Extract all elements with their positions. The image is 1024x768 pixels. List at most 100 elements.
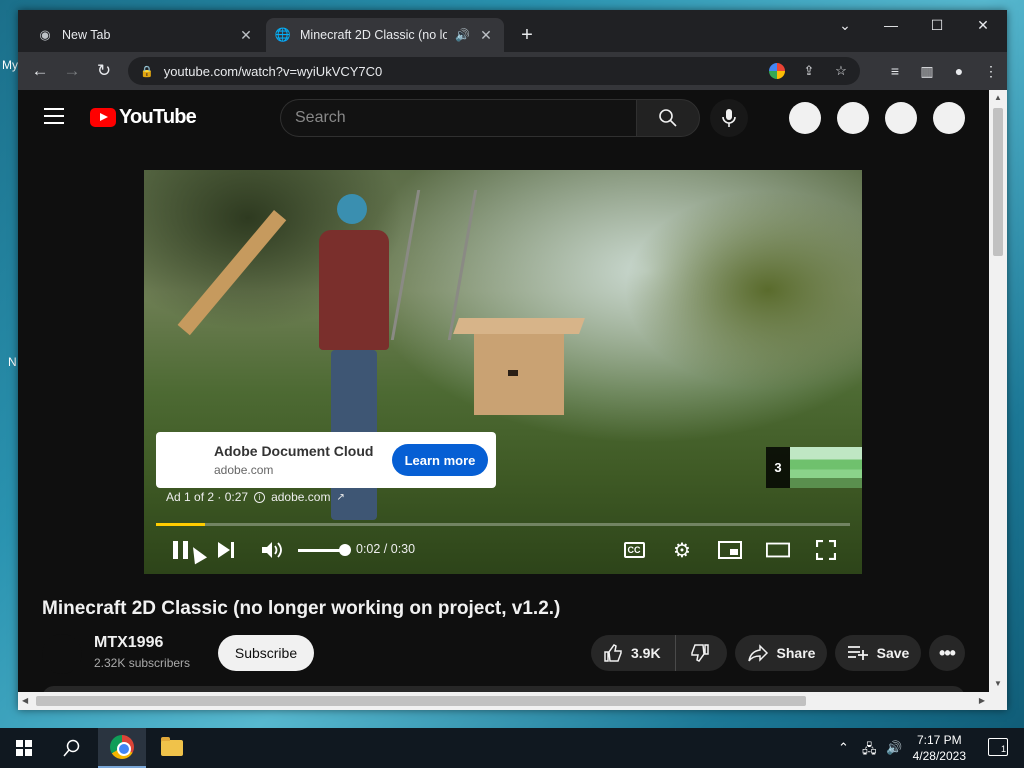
minimize-button[interactable]: — (868, 10, 914, 40)
ad-title: Adobe Document Cloud (214, 443, 374, 459)
video-player[interactable]: Adobe Document Cloud adobe.com Learn mor… (144, 170, 862, 574)
next-button[interactable] (214, 538, 238, 562)
ad-position-text: Ad 1 of 2 · 0:27 (166, 490, 249, 504)
notification-center-button[interactable]: 1 (988, 738, 1008, 756)
search-button[interactable] (636, 99, 700, 137)
player-controls: 0:02 / 0:30 CC ⚙ (144, 532, 862, 568)
voice-search-button[interactable] (710, 99, 748, 137)
ad-overlay-card[interactable]: Adobe Document Cloud adobe.com Learn mor… (156, 432, 496, 488)
progress-bar[interactable] (156, 523, 850, 526)
horizontal-scrollbar[interactable]: ◀ ▶ (18, 692, 1007, 710)
channel-name[interactable]: MTX1996 (94, 634, 163, 652)
search-input[interactable] (295, 109, 637, 127)
subscriber-count: 2.32K subscribers (94, 656, 191, 670)
external-link-icon: ↗ (336, 491, 345, 503)
video-frame-box (474, 330, 564, 415)
vertical-scrollbar[interactable]: ▲ ▼ (989, 90, 1007, 692)
more-actions-button[interactable]: ••• (929, 635, 965, 671)
back-button[interactable]: ← (28, 59, 52, 83)
ad-link[interactable]: adobe.com (271, 490, 330, 504)
scroll-down-arrow[interactable]: ▼ (993, 679, 1003, 689)
fullscreen-button[interactable] (814, 538, 838, 562)
media-control-icon[interactable]: ≡ (885, 60, 905, 82)
browser-toolbar: ← → ↻ 🔒 youtube.com/watch?v=wyiUkVCY7C0 … (18, 52, 1007, 90)
create-icon[interactable] (789, 102, 821, 134)
learn-more-button[interactable]: Learn more (392, 444, 488, 476)
notifications-icon[interactable] (885, 102, 917, 134)
theater-mode-button[interactable] (766, 538, 790, 562)
start-button[interactable] (0, 728, 48, 768)
forward-button[interactable]: → (60, 59, 84, 83)
captions-button[interactable]: CC (622, 538, 646, 562)
lock-icon: 🔒 (140, 65, 154, 78)
time-display: 0:02 / 0:30 (356, 542, 416, 556)
tab-youtube-video[interactable]: 🌐 Minecraft 2D Classic (no longer workin… (266, 18, 504, 52)
taskbar-search-button[interactable] (48, 728, 96, 768)
google-lens-icon[interactable] (768, 61, 786, 81)
vertical-scroll-thumb[interactable] (993, 108, 1003, 256)
theater-icon (766, 542, 790, 558)
scroll-right-arrow[interactable]: ▶ (979, 696, 985, 705)
taskbar-chrome[interactable] (98, 728, 146, 768)
page-viewport: YouTube Search Adobe Document Cloud adob… (18, 90, 989, 692)
close-tab-icon[interactable]: ✕ (478, 27, 494, 43)
volume-slider[interactable] (298, 549, 344, 552)
captions-icon: CC (623, 542, 645, 558)
miniplayer-button[interactable] (718, 538, 742, 562)
profile-icon[interactable]: ● (949, 60, 969, 82)
maximize-button[interactable]: ☐ (914, 10, 960, 40)
thumbs-down-icon (690, 644, 709, 662)
chevron-up-icon[interactable]: ⌃ (838, 740, 849, 756)
volume-slider-handle[interactable] (339, 544, 351, 556)
windows-logo-icon (16, 740, 32, 756)
volume-icon[interactable]: 🔊 (886, 740, 902, 756)
channel-avatar[interactable] (42, 634, 82, 674)
like-count: 3.9K (631, 645, 661, 661)
apps-icon[interactable] (837, 102, 869, 134)
dislike-button[interactable] (676, 643, 724, 663)
youtube-logo[interactable]: YouTube (90, 106, 197, 129)
new-tab-button[interactable]: + (516, 24, 538, 46)
search-icon (659, 109, 677, 127)
hamburger-menu-icon[interactable] (44, 108, 64, 124)
desktop-icon-label: My (2, 58, 18, 72)
thumbs-up-icon (604, 644, 622, 662)
info-icon[interactable]: i (254, 491, 266, 503)
progress-played (156, 523, 205, 526)
notification-count: 1 (1000, 744, 1006, 754)
speaker-icon[interactable]: 🔊 (455, 28, 470, 42)
network-icon[interactable]: 🖧 (862, 740, 877, 762)
next-ad-count: 3 (766, 447, 790, 488)
share-icon[interactable]: ⇪ (800, 61, 818, 81)
settings-button[interactable]: ⚙ (670, 538, 694, 562)
horizontal-scroll-thumb[interactable] (36, 696, 806, 706)
search-field[interactable] (280, 99, 637, 137)
url-text: youtube.com/watch?v=wyiUkVCY7C0 (163, 63, 383, 79)
address-bar[interactable]: 🔒 youtube.com/watch?v=wyiUkVCY7C0 ⇪ ☆ (128, 57, 860, 85)
mute-button[interactable] (260, 538, 284, 562)
taskbar-file-explorer[interactable] (148, 728, 196, 768)
account-avatar[interactable] (933, 102, 965, 134)
save-button[interactable]: Save (835, 635, 921, 671)
subscribe-button[interactable]: Subscribe (218, 635, 314, 671)
side-panel-icon[interactable]: ▥ (917, 60, 937, 82)
tab-search-button[interactable]: ⌄ (822, 10, 868, 40)
system-clock[interactable]: 7:17 PM 4/28/2023 (913, 732, 966, 764)
ad-domain: adobe.com (214, 463, 274, 477)
like-button[interactable]: 3.9K (591, 635, 676, 671)
pause-icon (172, 541, 188, 559)
more-menu-icon[interactable]: ⋮ (981, 60, 1001, 82)
close-tab-icon[interactable]: ✕ (238, 27, 254, 43)
tab-title: New Tab (62, 28, 111, 42)
volume-icon (262, 542, 282, 558)
reload-button[interactable]: ↻ (92, 59, 116, 83)
scroll-left-arrow[interactable]: ◀ (22, 696, 28, 705)
next-ad-thumbnail (790, 447, 862, 488)
next-ad-preview[interactable]: 3 (766, 447, 862, 488)
like-dislike-group: 3.9K (591, 635, 727, 671)
bookmark-star-icon[interactable]: ☆ (832, 61, 850, 81)
tab-new-tab[interactable]: ◉ New Tab ✕ (28, 18, 264, 52)
close-window-button[interactable]: ✕ (960, 10, 1006, 40)
share-button[interactable]: Share (735, 635, 827, 671)
scroll-up-arrow[interactable]: ▲ (993, 93, 1003, 103)
